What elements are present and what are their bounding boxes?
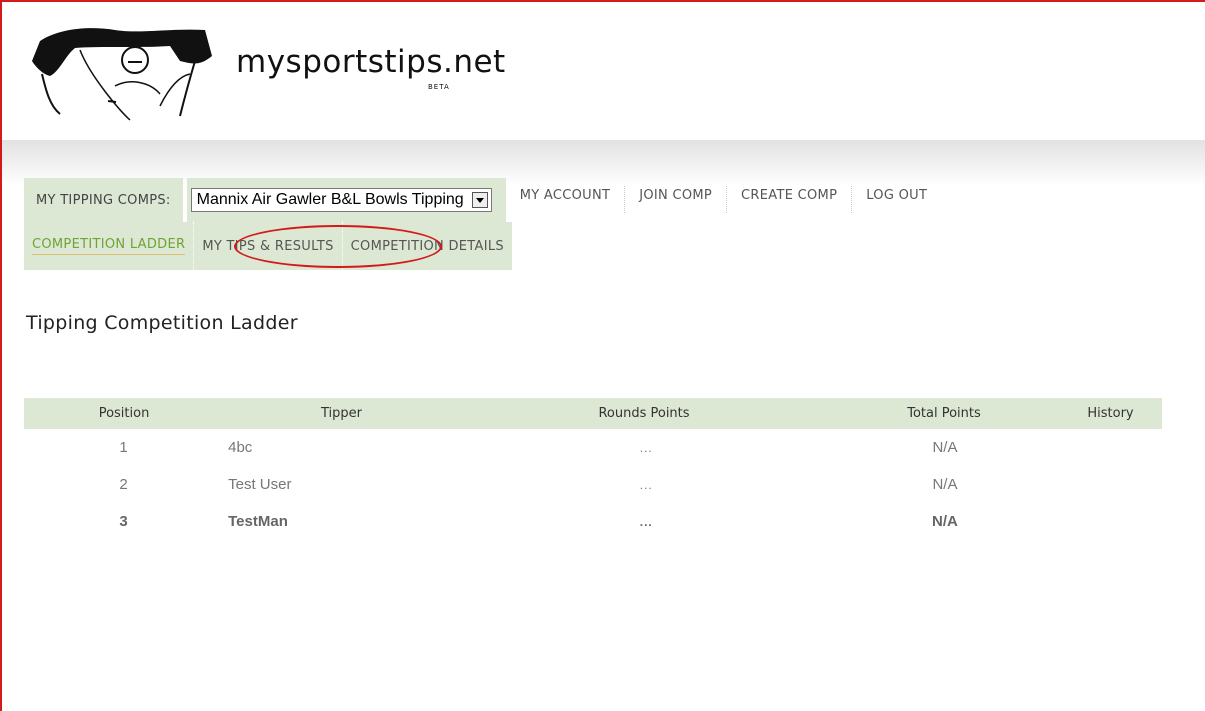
tab-my-tips-results-label: MY TIPS & RESULTS xyxy=(202,238,334,254)
cell-tipper: 4bc xyxy=(228,439,253,456)
chevron-down-icon[interactable] xyxy=(471,192,488,208)
site-logo-text[interactable]: mysportstips.net xyxy=(236,44,506,80)
col-header-total-points: Total Points xyxy=(907,406,981,421)
cell-total-points: N/A xyxy=(932,439,958,456)
cell-total-points: N/A xyxy=(932,513,958,530)
tab-competition-details[interactable]: COMPETITION DETAILS xyxy=(343,222,512,270)
table-row-current-user: 3 TestMan ... N/A xyxy=(24,503,1162,540)
beta-badge: BETA xyxy=(428,83,450,91)
cell-position: 1 xyxy=(119,439,128,456)
my-tipping-comps-label: MY TIPPING COMPS: xyxy=(24,178,183,222)
col-header-history: History xyxy=(1087,406,1134,421)
tab-competition-ladder-label: COMPETITION LADDER xyxy=(32,237,186,255)
cell-rounds-points: ... xyxy=(639,440,653,455)
ladder-header-row: Position Tipper Rounds Points Total Poin… xyxy=(24,398,1162,429)
comp-select-value: Mannix Air Gawler B&L Bowls Tipping xyxy=(196,191,464,208)
tab-competition-ladder[interactable]: COMPETITION LADDER xyxy=(24,222,195,270)
cell-tipper: TestMan xyxy=(228,513,288,530)
log-out-link[interactable]: LOG OUT xyxy=(852,186,941,213)
create-comp-link[interactable]: CREATE COMP xyxy=(727,186,853,213)
cell-rounds-points: ... xyxy=(639,477,653,492)
cell-position: 3 xyxy=(119,513,128,530)
logo-illustration-icon[interactable] xyxy=(20,16,220,126)
table-row: 2 Test User ... N/A xyxy=(24,466,1162,503)
ladder-table: Position Tipper Rounds Points Total Poin… xyxy=(24,398,1162,540)
page-title: Tipping Competition Ladder xyxy=(26,312,298,334)
main-nav: MY TIPPING COMPS: Mannix Air Gawler B&L … xyxy=(24,178,941,222)
account-links: MY ACCOUNT JOIN COMP CREATE COMP LOG OUT xyxy=(506,178,942,222)
tab-competition-details-label: COMPETITION DETAILS xyxy=(350,238,504,254)
my-account-link[interactable]: MY ACCOUNT xyxy=(506,186,626,213)
competition-subnav: COMPETITION LADDER MY TIPS & RESULTS COM… xyxy=(24,222,512,270)
tab-my-tips-results[interactable]: MY TIPS & RESULTS xyxy=(194,222,343,270)
cell-tipper: Test User xyxy=(228,476,292,493)
cell-total-points: N/A xyxy=(932,476,958,493)
table-row: 1 4bc ... N/A xyxy=(24,429,1162,466)
cell-rounds-points: ... xyxy=(639,514,653,529)
col-header-rounds-points: Rounds Points xyxy=(598,406,690,421)
site-header: mysportstips.net BETA xyxy=(2,2,1205,140)
col-header-tipper: Tipper xyxy=(321,406,362,421)
comp-select-dropdown[interactable]: Mannix Air Gawler B&L Bowls Tipping xyxy=(190,188,492,212)
join-comp-link[interactable]: JOIN COMP xyxy=(625,186,728,213)
comp-select-wrapper: Mannix Air Gawler B&L Bowls Tipping xyxy=(186,178,506,222)
cell-position: 2 xyxy=(119,476,128,493)
col-header-position: Position xyxy=(98,406,150,421)
